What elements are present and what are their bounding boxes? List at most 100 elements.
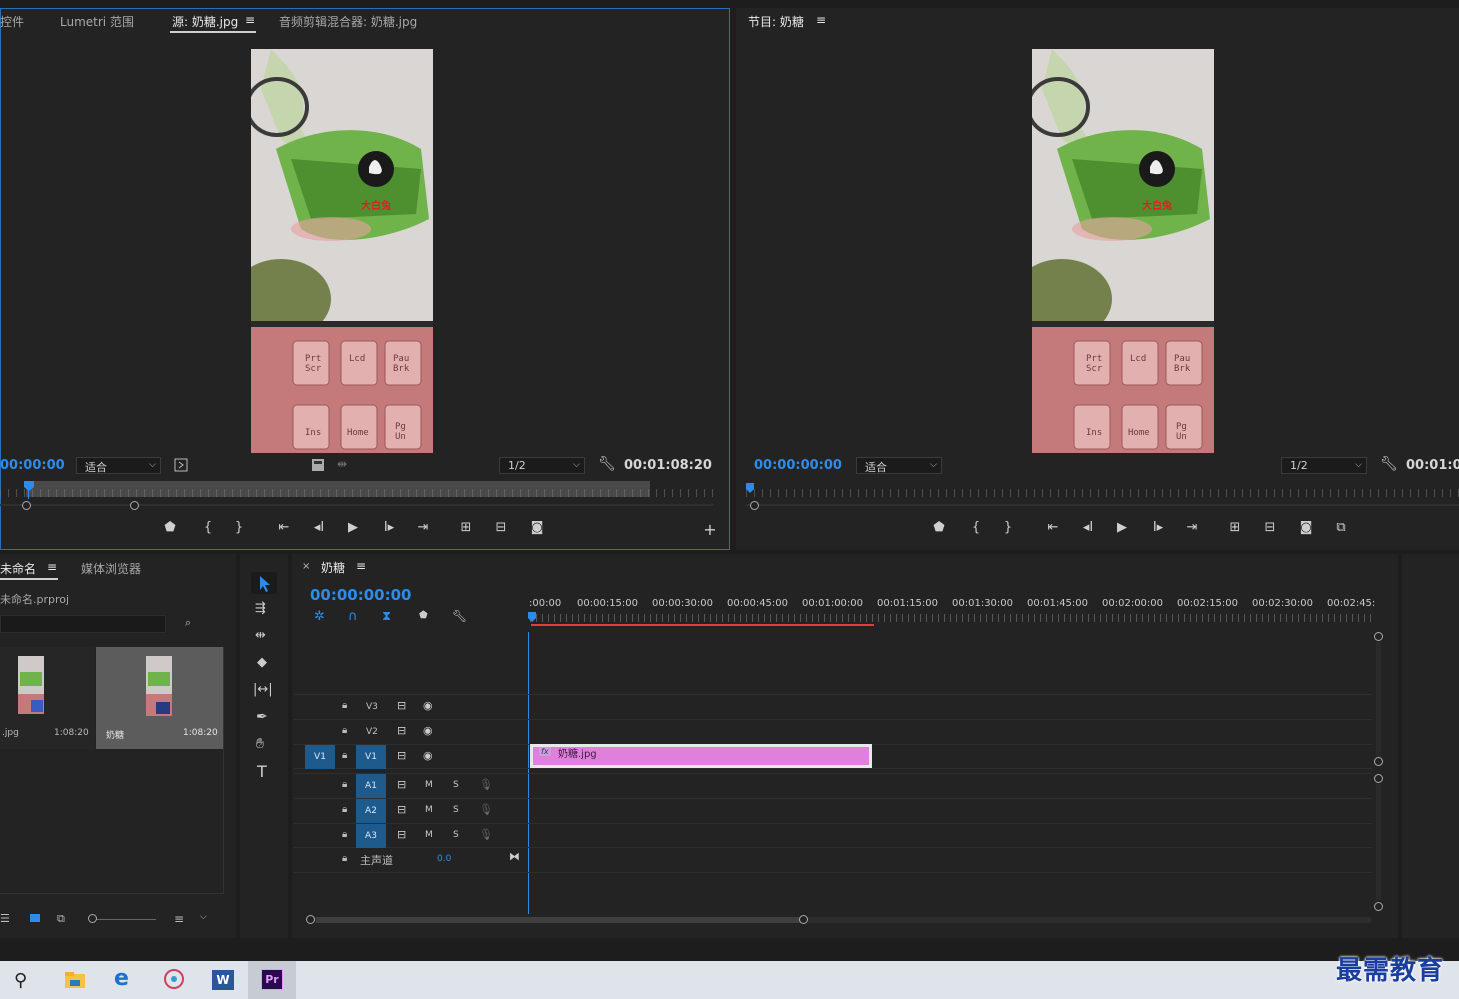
sort-icon[interactable]: ≡ [174, 912, 184, 926]
source-fit-dropdown[interactable]: 适合 ⌵ [76, 457, 161, 474]
tab-lumetri-scopes[interactable]: Lumetri 范围 [60, 13, 134, 30]
track-label-v1[interactable]: V1 [356, 745, 386, 769]
camera-icon[interactable]: ◙ [1297, 520, 1315, 535]
track-label-v2[interactable]: V2 [366, 727, 378, 737]
slip-tool-icon[interactable]: |↔| [253, 682, 273, 697]
master-volume-value[interactable]: 0.0 [437, 854, 451, 864]
track-label-a2[interactable]: A2 [356, 799, 386, 823]
source-zoom-scrollbar[interactable] [0, 501, 714, 510]
razor-tool-icon[interactable]: ◆ [257, 655, 267, 670]
play-icon[interactable]: ▶ [1113, 520, 1131, 535]
insert-clip-icon[interactable]: ⊞ [457, 520, 475, 535]
overwrite-clip-icon[interactable]: ⊟ [492, 520, 510, 535]
freeform-view-icon[interactable]: ⧉ [57, 912, 65, 926]
zoom-slider[interactable] [88, 914, 156, 924]
microphone-icon[interactable]: 🎙︎ [479, 778, 493, 791]
linked-selection-icon[interactable]: ⧗ [382, 609, 391, 624]
go-to-in-icon[interactable]: ⇤ [275, 520, 293, 535]
tab-source[interactable]: 源: 奶糖.jpg [172, 13, 238, 30]
snap-icon[interactable]: ∩ [348, 609, 358, 624]
selection-tool-icon[interactable] [251, 572, 277, 594]
solo-button[interactable]: S [453, 780, 459, 790]
microphone-icon[interactable]: 🎙︎ [479, 828, 493, 841]
lock-icon[interactable]: 🔒︎ [342, 750, 347, 761]
track-label-a1[interactable]: A1 [356, 774, 386, 798]
wrench-icon[interactable]: 🔧︎ [1380, 456, 1398, 472]
tab-media-browser[interactable]: 媒体浏览器 [81, 560, 141, 577]
wrench-icon[interactable]: 🔧︎ [452, 609, 467, 623]
source-time-ruler[interactable] [0, 479, 714, 499]
insert-icon[interactable] [311, 458, 325, 472]
nest-icon[interactable]: ✲ [314, 609, 325, 624]
program-timecode-current[interactable]: 00:00:00:00 [754, 458, 842, 473]
solo-button[interactable]: S [453, 805, 459, 815]
timeline-clip[interactable]: fx 奶糖.jpg [530, 744, 872, 768]
sync-lock-icon[interactable]: ⊟ [397, 803, 406, 816]
list-view-icon[interactable]: ☰ [0, 912, 10, 925]
lock-icon[interactable]: 🔒︎ [342, 804, 347, 815]
mark-out-icon[interactable]: } [230, 520, 248, 535]
lock-icon[interactable]: 🔒︎ [342, 725, 347, 736]
sync-lock-icon[interactable]: ⊟ [397, 724, 406, 737]
search-icon[interactable]: ⚲ [14, 970, 27, 991]
premiere-icon[interactable]: Pr [261, 969, 283, 990]
go-to-out-icon[interactable]: ⇥ [414, 520, 432, 535]
mute-button[interactable]: M [425, 780, 433, 790]
camera-icon[interactable]: ◙ [528, 520, 546, 535]
source-timecode-current[interactable]: 00:00:00 [0, 458, 65, 473]
icon-view-icon[interactable] [30, 914, 40, 922]
program-title[interactable]: 节目: 奶糖 [748, 13, 804, 30]
mute-button[interactable]: M [425, 830, 433, 840]
eye-icon[interactable]: ◉ [423, 749, 433, 762]
microphone-icon[interactable]: 🎙︎ [479, 803, 493, 816]
add-marker-icon[interactable]: ⬟ [419, 610, 428, 621]
step-forward-icon[interactable]: I▸ [1149, 520, 1167, 535]
sync-lock-icon[interactable]: ⊟ [397, 699, 406, 712]
lift-icon[interactable]: ⊞ [1226, 520, 1244, 535]
lock-icon[interactable]: 🔒︎ [342, 779, 347, 790]
project-item[interactable]: 奶糖 1:08:20 [96, 647, 223, 749]
program-fit-dropdown[interactable]: 适合 ⌵ [856, 457, 942, 474]
tab-project[interactable]: 未命名 [0, 560, 36, 577]
source-patch-v1[interactable]: V1 [305, 745, 335, 769]
go-to-end-icon[interactable]: ⧓ [509, 850, 520, 863]
add-marker-icon[interactable]: ⬟ [161, 520, 179, 535]
program-menu-icon[interactable]: ≡ [816, 13, 826, 27]
tab-audio-clip-mixer[interactable]: 音频剪辑混合器: 奶糖.jpg [279, 13, 417, 30]
timeline-timecode[interactable]: 00:00:00:00 [310, 586, 412, 604]
mute-button[interactable]: M [425, 805, 433, 815]
sync-lock-icon[interactable]: ⊟ [397, 749, 406, 762]
program-resolution-dropdown[interactable]: 1/2 ⌵ [1281, 457, 1367, 474]
type-tool-icon[interactable]: T [257, 762, 267, 781]
pen-tool-icon[interactable]: ✒︎ [256, 709, 268, 725]
drag-video-icon[interactable]: ⇹ [337, 457, 347, 471]
lock-icon[interactable]: 🔒︎ [342, 700, 347, 711]
comparison-view-icon[interactable]: ⧉ [1332, 520, 1350, 535]
step-back-icon[interactable]: ◂I [1079, 520, 1097, 535]
track-select-tool-icon[interactable]: ⇶ [255, 601, 266, 616]
project-item[interactable]: .jpg 1:08:20 [0, 647, 95, 749]
solo-button[interactable]: S [453, 830, 459, 840]
chevron-down-icon[interactable]: ⌵ [200, 912, 207, 922]
timeline-title[interactable]: 奶糖 [321, 559, 345, 576]
lock-icon[interactable]: 🔒︎ [342, 829, 347, 840]
mark-out-icon[interactable]: } [999, 520, 1017, 535]
go-to-out-icon[interactable]: ⇥ [1183, 520, 1201, 535]
edge-icon[interactable]: e [114, 966, 129, 991]
project-menu-icon[interactable]: ≡ [47, 560, 57, 574]
timeline-horizontal-scrollbar[interactable] [306, 915, 1372, 925]
lock-icon[interactable]: 🔒︎ [342, 853, 347, 864]
timeline-close-icon[interactable]: × [302, 561, 310, 572]
mark-in-icon[interactable]: { [199, 520, 217, 535]
step-forward-icon[interactable]: I▸ [380, 520, 398, 535]
step-back-icon[interactable]: ◂I [310, 520, 328, 535]
network-icon[interactable] [162, 968, 186, 990]
timeline-vertical-scrollbar[interactable] [1374, 632, 1384, 912]
go-to-in-icon[interactable]: ⇤ [1044, 520, 1062, 535]
project-search-input[interactable] [0, 615, 166, 633]
work-area-bar[interactable] [531, 624, 874, 626]
sync-lock-icon[interactable]: ⊟ [397, 778, 406, 791]
tab-controls[interactable]: 控件 [0, 13, 24, 30]
source-menu-icon[interactable]: ≡ [245, 13, 255, 27]
ripple-edit-tool-icon[interactable]: ⇹ [255, 628, 266, 643]
